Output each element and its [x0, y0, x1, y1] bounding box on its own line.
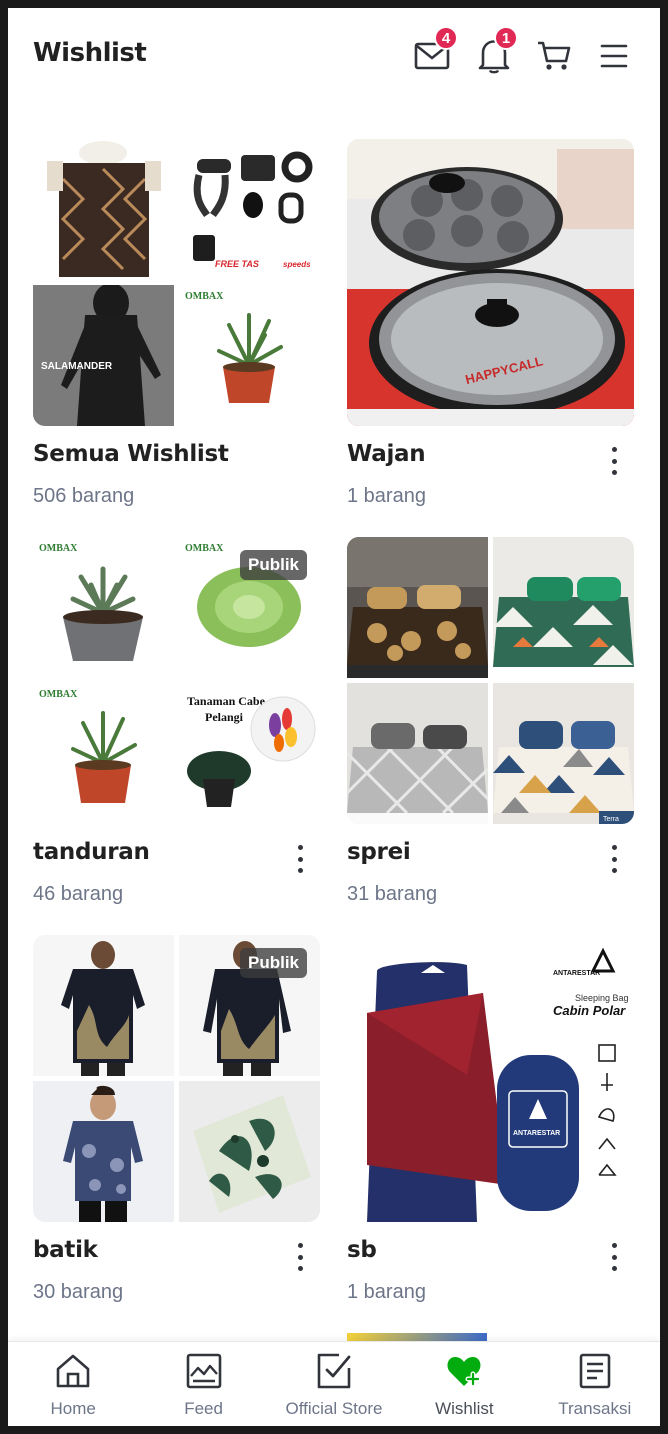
product-image: [347, 683, 488, 824]
pelangi-title: Pelangi: [205, 710, 244, 724]
product-image: [179, 1081, 320, 1222]
ombax-logo: OMBAX: [39, 543, 78, 554]
nav-home[interactable]: Home: [8, 1342, 138, 1426]
collection-thumbnail: HAPPYCALL: [347, 139, 634, 426]
nav-label: Feed: [184, 1399, 223, 1418]
product-image: [493, 537, 634, 678]
product-image: Tanaman Cabe Pelangi: [179, 683, 320, 824]
nav-label: Official Store: [285, 1399, 383, 1418]
more-options-button[interactable]: [288, 841, 312, 877]
product-image: OMBAX: [179, 285, 320, 426]
antarestar-logo: ANTARESTAR: [553, 970, 600, 977]
collection-count: 30 barang: [33, 1281, 124, 1303]
product-image: OMBAX: [33, 537, 174, 678]
cart-button[interactable]: [534, 36, 574, 76]
official-store-icon: [317, 1353, 351, 1389]
product-image: ANTARESTAR ANTARESTAR Sleeping Bag Cabin…: [347, 935, 634, 1222]
collection-name: Wajan: [347, 441, 426, 467]
speeds-logo: speeds: [283, 260, 311, 269]
nav-official-store[interactable]: Official Store: [269, 1342, 399, 1426]
bottom-navigation: Home Feed Official Store Wishlist Transa…: [8, 1341, 660, 1426]
product-image: FREE TAS speeds: [179, 139, 320, 280]
product-image: [33, 935, 174, 1076]
collection-name: batik: [33, 1237, 98, 1263]
more-options-button[interactable]: [602, 841, 626, 877]
sleeping-bag-label: Sleeping Bag: [575, 993, 629, 1003]
product-image: [33, 139, 174, 280]
feed-icon: [186, 1353, 221, 1389]
inbox-button[interactable]: 4: [412, 26, 458, 76]
collection-count: 1 barang: [347, 485, 426, 507]
collection-count: 31 barang: [347, 883, 438, 905]
menu-icon: [600, 44, 628, 68]
collection-count: 1 barang: [347, 1281, 426, 1303]
ombax-logo: OMBAX: [185, 543, 224, 554]
product-image: [347, 537, 488, 678]
notification-badge: 1: [494, 26, 518, 50]
product-image: SALAMANDER: [33, 285, 174, 426]
inbox-badge: 4: [434, 26, 458, 50]
nav-label: Home: [50, 1399, 96, 1418]
menu-button[interactable]: [594, 36, 634, 76]
ombax-logo: OMBAX: [185, 291, 224, 302]
collection-thumbnail: ANTARESTAR ANTARESTAR Sleeping Bag Cabin…: [347, 935, 634, 1222]
home-icon: [56, 1354, 90, 1388]
app-frame: Wishlist 4 1 FREE TAS speeds SALAMANDER: [8, 8, 660, 1426]
notification-button[interactable]: 1: [474, 26, 518, 76]
public-badge: Publik: [239, 948, 307, 978]
wishlist-heart-icon: [447, 1357, 481, 1387]
collection-name: sprei: [347, 839, 411, 865]
page-title: Wishlist: [33, 38, 147, 68]
collection-thumbnail: FREE TAS speeds SALAMANDER OMBAX: [33, 139, 320, 426]
more-options-button[interactable]: [288, 1239, 312, 1275]
collection-thumbnail: Terra: [347, 537, 634, 824]
collection-count: 506 barang: [33, 485, 135, 507]
nav-label: Wishlist: [435, 1399, 494, 1418]
terra-label: Terra: [603, 816, 619, 823]
nav-wishlist[interactable]: Wishlist: [399, 1342, 529, 1426]
nav-feed[interactable]: Feed: [138, 1342, 268, 1426]
cart-icon: [538, 41, 571, 70]
salamander-logo: SALAMANDER: [41, 361, 113, 372]
product-image: OMBAX: [33, 683, 174, 824]
ombax-logo: OMBAX: [39, 689, 78, 700]
more-options-button[interactable]: [602, 1239, 626, 1275]
transaction-icon: [579, 1353, 611, 1389]
nav-transaksi[interactable]: Transaksi: [530, 1342, 660, 1426]
cabin-polar-title: Cabin Polar: [553, 1003, 626, 1018]
tanaman-cabe-title: Tanaman Cabe: [187, 694, 266, 708]
more-options-button[interactable]: [602, 443, 626, 479]
collection-name: tanduran: [33, 839, 150, 865]
product-image: Terra: [493, 683, 634, 824]
collection-name: sb: [347, 1237, 377, 1263]
antarestar-bag-label: ANTARESTAR: [513, 1130, 560, 1137]
header: Wishlist 4 1: [8, 8, 660, 100]
collection-thumbnail: Publik: [33, 935, 320, 1222]
product-image: HAPPYCALL: [347, 139, 634, 426]
collection-count: 46 barang: [33, 883, 124, 905]
collection-thumbnail: OMBAX OMBAX OMBAX Tanaman Cabe Pelangi Pu…: [33, 537, 320, 824]
nav-label: Transaksi: [558, 1399, 632, 1418]
product-image: [33, 1081, 174, 1222]
public-badge: Publik: [239, 550, 307, 580]
collection-name: Semua Wishlist: [33, 441, 229, 467]
free-tas-label: FREE TAS: [215, 259, 259, 269]
